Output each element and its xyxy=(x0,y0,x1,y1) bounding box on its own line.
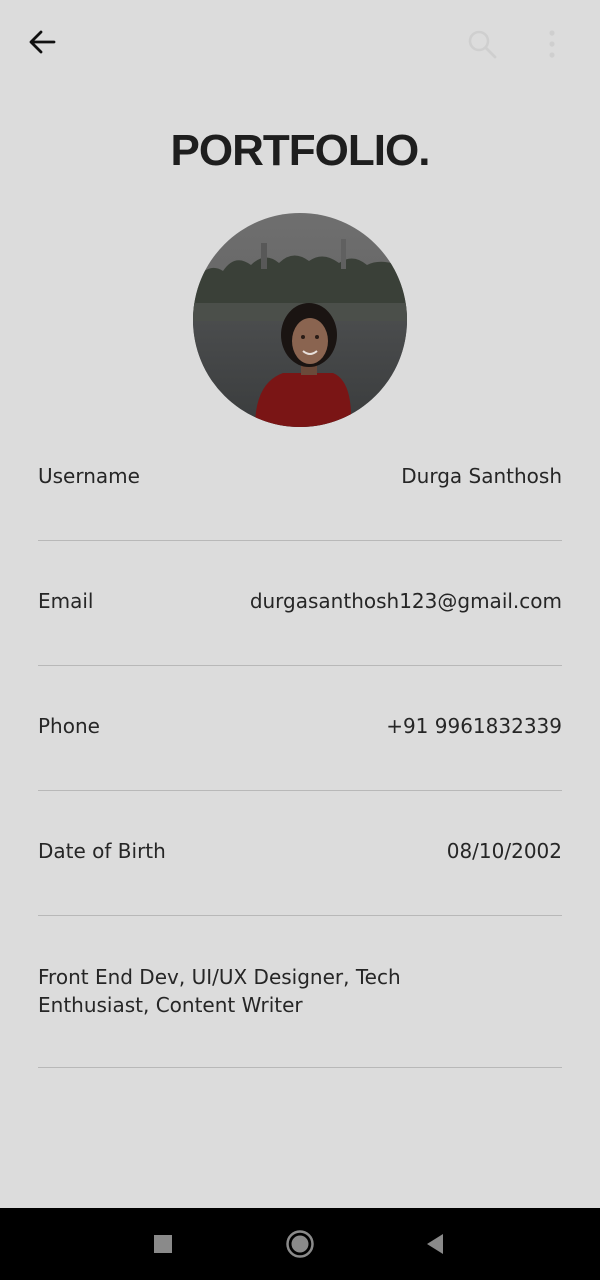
field-row-phone: Phone +91 9961832339 xyxy=(38,714,562,791)
search-icon xyxy=(468,30,497,59)
field-row-bio: Front End Dev, UI/UX Designer, Tech Enth… xyxy=(38,963,562,1068)
home-button[interactable] xyxy=(284,1228,316,1260)
more-vertical-icon xyxy=(549,30,555,58)
page-title: PORTFOLIO. xyxy=(170,126,431,175)
email-label: Email xyxy=(38,589,94,613)
app-bar xyxy=(0,0,600,84)
circle-home-icon xyxy=(286,1230,314,1258)
system-navigation-bar xyxy=(0,1208,600,1280)
email-value: durgasanthosh123@gmail.com xyxy=(249,589,562,613)
recents-button[interactable] xyxy=(147,1228,179,1260)
avatar xyxy=(193,213,407,427)
phone-label: Phone xyxy=(38,714,100,738)
arrow-left-icon xyxy=(29,30,56,54)
username-label: Username xyxy=(38,464,140,488)
date-of-birth-value: 08/10/2002 xyxy=(446,839,562,863)
more-options-button[interactable] xyxy=(536,24,568,64)
profile-photo xyxy=(193,213,407,427)
date-of-birth-label: Date of Birth xyxy=(38,839,166,863)
square-icon xyxy=(154,1235,172,1253)
triangle-back-icon xyxy=(427,1234,443,1254)
back-button[interactable] xyxy=(24,24,60,60)
portfolio-screen: PORTFOLIO. Username Durga Santhosh Email… xyxy=(0,0,600,1280)
field-row-username: Username Durga Santhosh xyxy=(38,464,562,541)
field-row-date-of-birth: Date of Birth 08/10/2002 xyxy=(38,839,562,916)
phone-value: +91 9961832339 xyxy=(386,714,562,738)
username-value: Durga Santhosh xyxy=(401,464,562,488)
system-back-button[interactable] xyxy=(419,1228,451,1260)
field-row-email: Email durgasanthosh123@gmail.com xyxy=(38,589,562,666)
search-button[interactable] xyxy=(462,24,502,64)
bio-text: Front End Dev, UI/UX Designer, Tech Enth… xyxy=(38,965,401,1017)
